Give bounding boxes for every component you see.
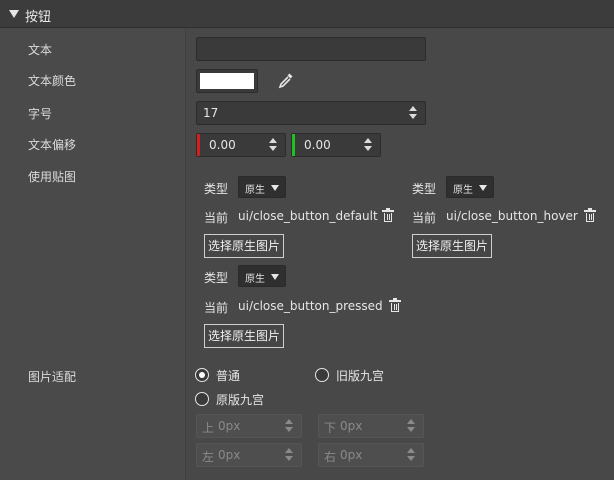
text-input[interactable] <box>196 37 426 61</box>
trash-icon[interactable] <box>584 208 596 222</box>
radio-legacy-nine-slice[interactable] <box>315 368 329 382</box>
label-font-size: 字号 <box>28 107 53 121</box>
trash-icon[interactable] <box>389 298 401 312</box>
offset-y-spinner[interactable]: 0.00 <box>291 133 381 157</box>
radio-label-normal: 普通 <box>216 369 241 383</box>
eyedropper-icon[interactable] <box>277 71 295 89</box>
x-axis-marker <box>197 134 200 156</box>
section-title: 按钮 <box>25 10 52 25</box>
offset-x-value: 0.00 <box>209 138 236 152</box>
margin-top-spinner[interactable]: 上 0px <box>196 414 302 438</box>
text-color-field[interactable] <box>196 69 258 93</box>
y-axis-marker <box>292 134 295 156</box>
radio-native-nine-slice[interactable] <box>195 392 209 406</box>
type-label: 类型 <box>412 182 437 196</box>
select-texture-button[interactable]: 选择原生图片 <box>204 234 284 258</box>
offset-x-spinner[interactable]: 0.00 <box>196 133 286 157</box>
radio-selected-dot <box>198 371 205 378</box>
type-select[interactable]: 原生 <box>238 265 286 287</box>
spinner-arrows-icon[interactable] <box>407 419 417 433</box>
type-label: 类型 <box>204 271 229 285</box>
spinner-arrows-icon[interactable] <box>407 448 417 462</box>
current-label: 当前 <box>204 301 229 315</box>
texture-path: ui/close_button_pressed <box>238 299 383 313</box>
chevron-down-icon <box>479 185 487 191</box>
type-select[interactable]: 原生 <box>238 176 286 198</box>
select-texture-button[interactable]: 选择原生图片 <box>204 324 284 348</box>
spinner-arrows-icon[interactable] <box>269 138 279 152</box>
margin-left-spinner[interactable]: 左 0px <box>196 443 302 467</box>
label-text-offset: 文本偏移 <box>28 138 77 152</box>
spinner-arrows-icon[interactable] <box>364 138 374 152</box>
radio-label-legacy-nine-slice: 旧版九宫 <box>336 369 385 383</box>
spinner-arrows-icon[interactable] <box>285 419 295 433</box>
label-text-color: 文本颜色 <box>28 74 77 88</box>
type-label: 类型 <box>204 182 229 196</box>
radio-normal[interactable] <box>195 368 209 382</box>
section-header-button[interactable]: 按钮 <box>0 0 614 28</box>
triangle-down-icon[interactable] <box>9 10 19 18</box>
color-swatch[interactable] <box>200 73 254 89</box>
current-label: 当前 <box>204 211 229 225</box>
texture-path: ui/close_button_default <box>238 209 378 223</box>
trash-icon[interactable] <box>382 208 394 222</box>
label-text: 文本 <box>28 43 53 57</box>
chevron-down-icon <box>271 274 279 280</box>
label-image-fit: 图片适配 <box>28 370 77 384</box>
label-column <box>0 29 186 480</box>
current-label: 当前 <box>412 211 437 225</box>
font-size-value: 17 <box>203 106 219 120</box>
type-select[interactable]: 原生 <box>446 176 494 198</box>
label-use-texture: 使用贴图 <box>28 170 77 184</box>
font-size-spinner[interactable]: 17 <box>196 101 426 125</box>
offset-y-value: 0.00 <box>304 138 331 152</box>
chevron-down-icon <box>271 185 279 191</box>
margin-right-spinner[interactable]: 右 0px <box>318 443 424 467</box>
radio-label-native-nine-slice: 原版九宫 <box>216 393 265 407</box>
spinner-arrows-icon[interactable] <box>409 106 419 120</box>
spinner-arrows-icon[interactable] <box>285 448 295 462</box>
texture-path: ui/close_button_hover <box>446 209 578 223</box>
margin-bottom-spinner[interactable]: 下 0px <box>318 414 424 438</box>
select-texture-button[interactable]: 选择原生图片 <box>412 234 492 258</box>
